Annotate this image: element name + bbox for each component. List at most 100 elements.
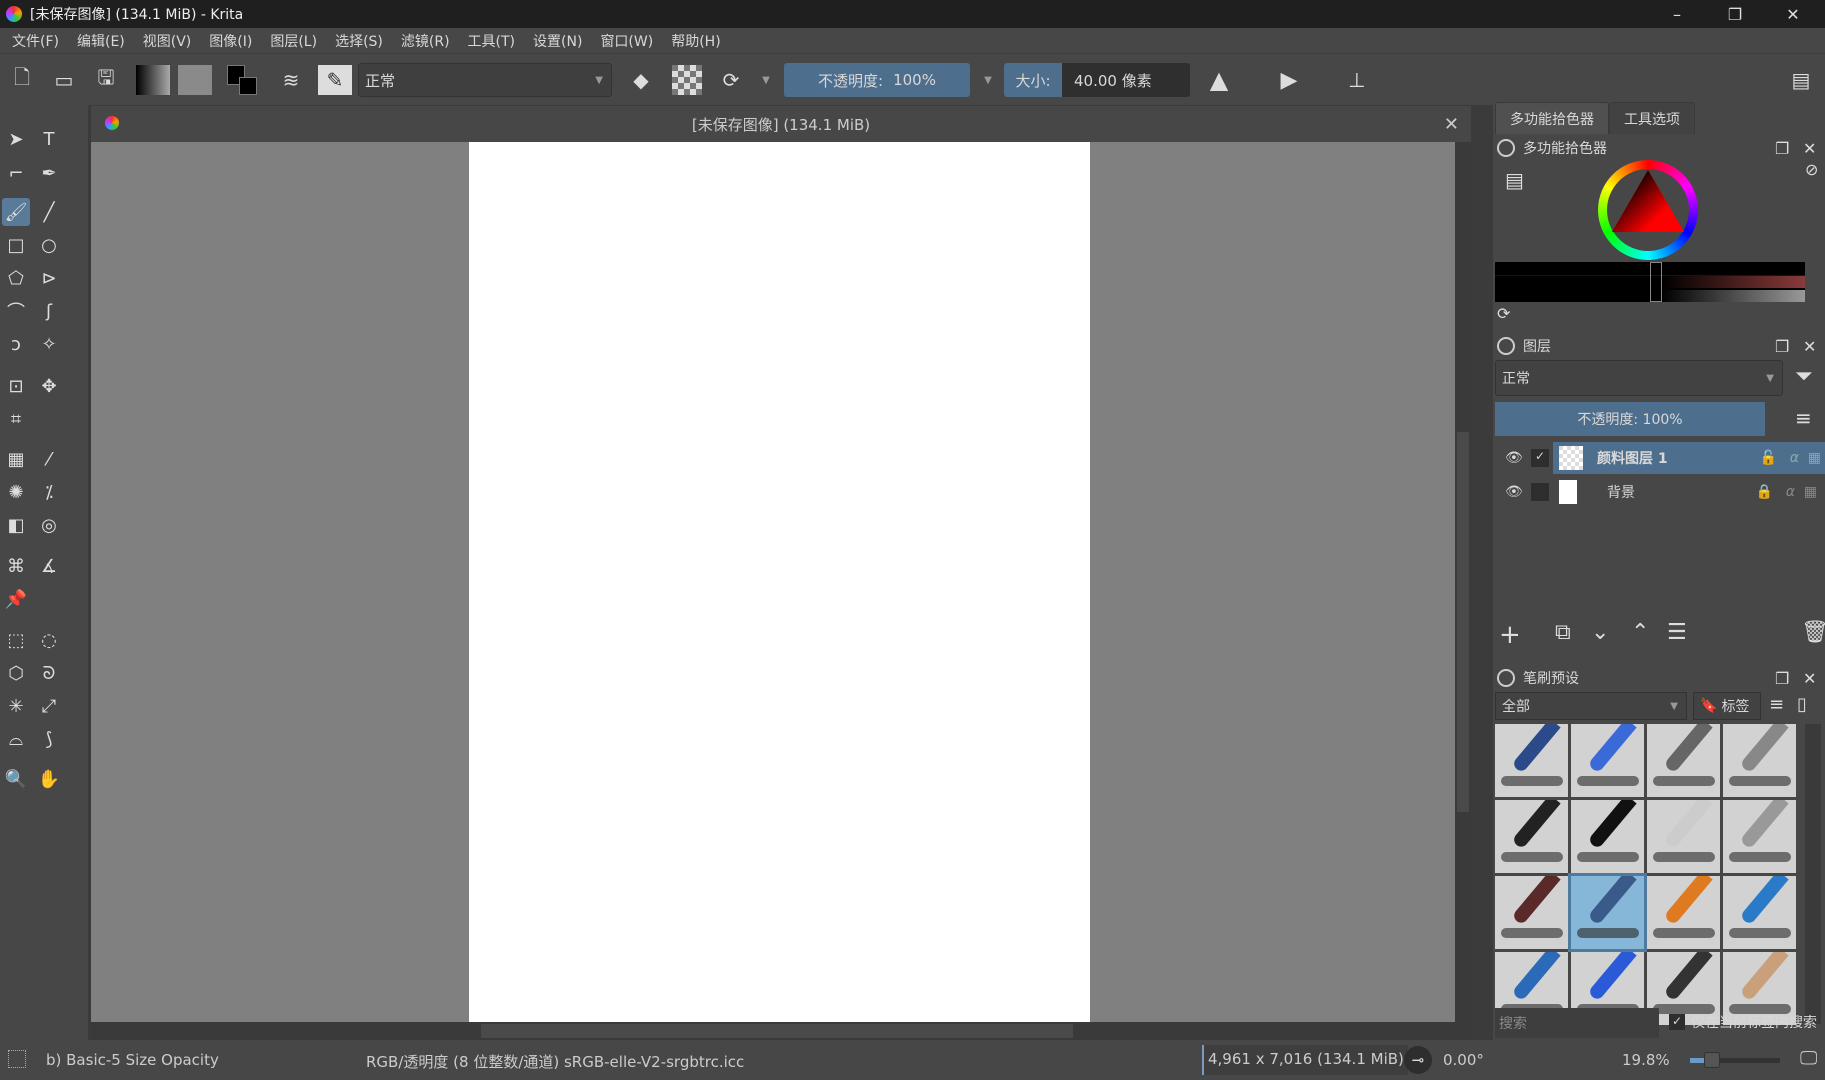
preserve-alpha-icon[interactable] (672, 65, 702, 95)
layer-blend-mode-dropdown[interactable]: 正常 ▼ (1495, 360, 1783, 396)
layer-name[interactable]: 颜料图层 1 (1597, 448, 1668, 468)
delete-layer-icon[interactable]: 🗑 (1801, 620, 1825, 645)
alpha-icon[interactable]: α (1790, 450, 1799, 466)
eraser-mode-icon[interactable]: ◆ (626, 65, 656, 95)
checkbox[interactable]: ✓ (1531, 449, 1549, 467)
vertical-scrollbar[interactable] (1455, 142, 1471, 1022)
dynamic-brush-tool[interactable]: ↄ (2, 330, 30, 358)
polygon-select-tool[interactable]: ⬡ (2, 659, 30, 687)
close-icon[interactable]: ✕ (1803, 669, 1816, 688)
move-up-icon[interactable]: ⌃ (1631, 620, 1649, 645)
calligraphy-tool[interactable]: ✒ (35, 159, 63, 187)
open-document-icon[interactable]: ▭ (50, 65, 78, 95)
brush-preset-tile[interactable] (1723, 800, 1796, 873)
brush-preset-tile[interactable] (1647, 876, 1720, 949)
save-icon[interactable]: 🖫 (92, 65, 120, 95)
mirror-horizontal-icon[interactable]: ▲ (1204, 65, 1234, 95)
rotation-dial-icon[interactable]: ⊸ (1404, 1046, 1432, 1074)
lock-icon[interactable] (1497, 337, 1515, 355)
add-layer-icon[interactable]: + (1499, 620, 1521, 650)
layer-row[interactable]: 👁 背景 🔒 α ▦ (1493, 476, 1825, 508)
menu-edit[interactable]: 编辑(E) (77, 31, 125, 51)
menu-tools[interactable]: 工具(T) (468, 31, 515, 51)
size-slider[interactable]: 大小: 40.00 像素 (1004, 63, 1190, 97)
pattern-selector[interactable] (178, 65, 212, 95)
minimize-button[interactable]: – (1648, 0, 1706, 28)
filter-icon[interactable]: ⏷ (1795, 364, 1813, 389)
polygon-tool[interactable]: ⬠ (2, 264, 30, 292)
brush-preset-tile[interactable] (1647, 800, 1720, 873)
status-color-space[interactable]: RGB/透明度 (8 位整数/通道) sRGB-elle-V2-srgbtrc.… (366, 1051, 744, 1072)
gradient-selector[interactable] (136, 65, 170, 95)
measure-tool[interactable]: ∡ (35, 552, 63, 580)
canvas[interactable] (91, 142, 1471, 1022)
rect-select-tool[interactable]: ⬚ (2, 626, 30, 654)
polyline-tool[interactable]: ⊳ (35, 264, 63, 292)
import-icon[interactable]: ▯ (1797, 694, 1807, 715)
checkbox[interactable] (1531, 483, 1549, 501)
zoom-tool[interactable]: 🔍 (2, 765, 30, 793)
menu-select[interactable]: 选择(S) (335, 31, 383, 51)
bezier-select-tool[interactable]: ⌓ (2, 725, 30, 753)
eye-icon[interactable]: 👁 (1505, 450, 1523, 466)
menu-settings[interactable]: 设置(N) (533, 31, 582, 51)
status-zoom[interactable]: 19.8% (1622, 1051, 1670, 1069)
tab-tool-options[interactable]: 工具选项 (1609, 102, 1695, 134)
text-tool[interactable]: T (35, 125, 63, 153)
selection-indicator-icon[interactable] (8, 1050, 26, 1068)
close-icon[interactable]: ✕ (1803, 139, 1816, 158)
alpha-lock-icon[interactable]: ▦ (1808, 450, 1821, 466)
no-color-icon[interactable]: ⊘ (1805, 160, 1818, 179)
eye-icon[interactable]: 👁 (1505, 484, 1523, 500)
brush-scrollbar[interactable] (1805, 724, 1821, 1024)
gradient-tool[interactable]: ▦ (2, 445, 30, 473)
move-down-icon[interactable]: ⌄ (1591, 620, 1609, 645)
close-document-button[interactable]: ✕ (1444, 114, 1459, 135)
bezier-tool[interactable]: ⌒ (2, 297, 30, 325)
brush-preset-icon[interactable]: ✎ (318, 65, 352, 95)
freehand-path-tool[interactable]: ʃ (35, 297, 63, 325)
status-image-size[interactable]: 4,961 x 7,016 (134.1 MiB) (1202, 1045, 1408, 1075)
crop-tool[interactable]: ⌗ (2, 405, 30, 433)
duplicate-layer-icon[interactable]: ⧉ (1555, 620, 1571, 645)
brush-filter-dropdown[interactable]: 全部 ▼ (1495, 692, 1687, 720)
select-shapes-tool[interactable]: ➤ (2, 125, 30, 153)
menu-view[interactable]: 视图(V) (143, 31, 192, 51)
menu-icon[interactable]: ≡ (1795, 406, 1812, 430)
fill-tool[interactable]: ◧ (2, 511, 30, 539)
mirror-vertical-icon[interactable]: ▶ (1274, 65, 1304, 95)
chevron-down-icon[interactable]: ▼ (756, 65, 776, 95)
brush-preset-tile[interactable] (1723, 876, 1796, 949)
freehand-brush-tool[interactable]: 🖌 (2, 198, 30, 226)
unlock-icon[interactable]: 🔓 (1760, 450, 1777, 466)
horizontal-scrollbar[interactable] (91, 1022, 1471, 1040)
paper[interactable] (469, 142, 1090, 1022)
brush-preset-tile[interactable] (1571, 724, 1644, 797)
edit-shapes-tool[interactable]: ⌐ (2, 159, 30, 187)
color-selector-settings-icon[interactable]: ▤ (1505, 168, 1524, 192)
close-icon[interactable]: ✕ (1803, 337, 1816, 356)
menu-layer[interactable]: 图层(L) (270, 31, 317, 51)
hue-ring[interactable] (1598, 160, 1698, 260)
display-icon[interactable]: 🖵 (1800, 1048, 1817, 1069)
workspace-icon[interactable]: ▤ (1786, 65, 1816, 95)
brush-preset-tile[interactable] (1723, 724, 1796, 797)
float-icon[interactable]: ❐ (1775, 139, 1789, 158)
move-tool[interactable]: ✥ (35, 372, 63, 400)
lock-icon[interactable] (1497, 139, 1515, 157)
freehand-select-tool[interactable]: ᘐ (35, 659, 63, 687)
menu-filter[interactable]: 滤镜(R) (401, 31, 450, 51)
menu-help[interactable]: 帮助(H) (671, 31, 720, 51)
tab-color-selector[interactable]: 多功能拾色器 (1495, 102, 1609, 134)
layer-name[interactable]: 背景 (1607, 482, 1635, 502)
float-icon[interactable]: ❐ (1775, 337, 1789, 356)
ellipse-select-tool[interactable]: ◌ (35, 626, 63, 654)
brush-preset-tile[interactable] (1495, 800, 1568, 873)
new-document-icon[interactable]: 🗋 (10, 65, 34, 95)
brush-preset-tile[interactable] (1495, 876, 1568, 949)
menu-image[interactable]: 图像(I) (209, 31, 252, 51)
layer-row[interactable]: 👁 ✓ 颜料图层 1 🔓 α ▦ (1493, 442, 1825, 474)
smart-patch-tool[interactable]: ✺ (2, 478, 30, 506)
multibrush-tool[interactable]: ✧ (35, 330, 63, 358)
fg-bg-color-selector[interactable] (225, 65, 261, 95)
